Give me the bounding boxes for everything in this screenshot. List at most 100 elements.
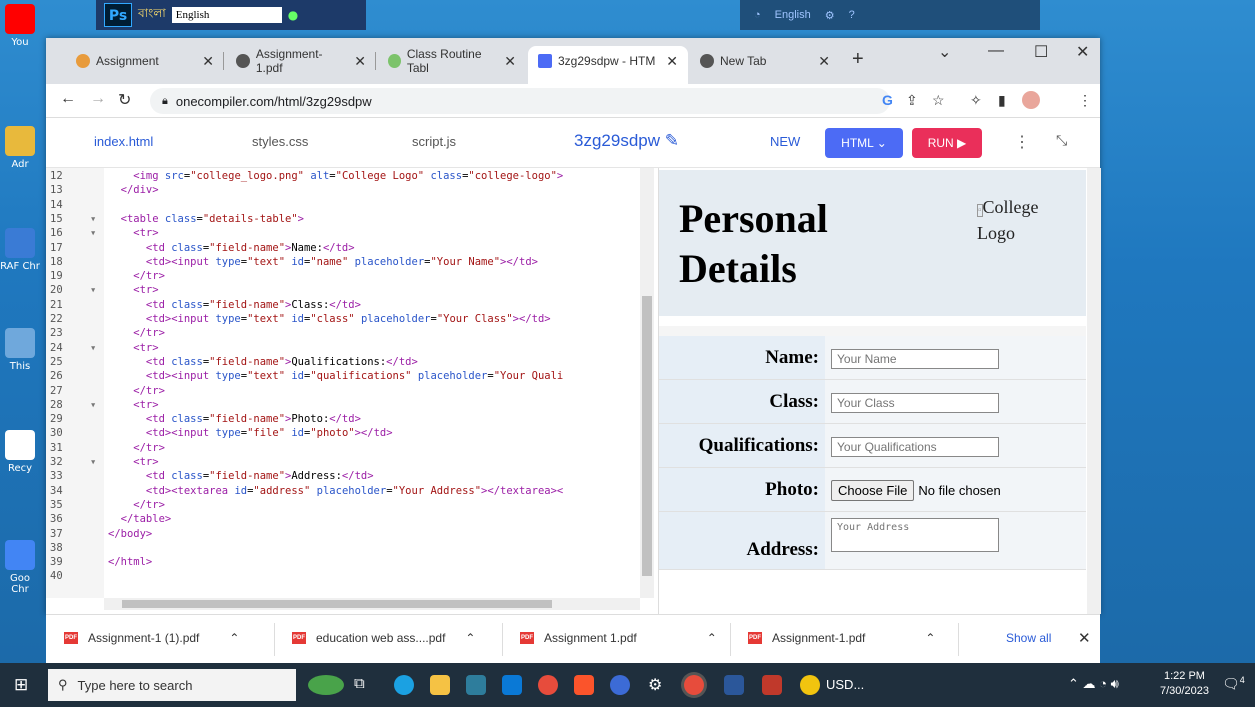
close-window-button[interactable]: ✕	[1076, 42, 1089, 62]
fold-toggle-icon[interactable]: ▾	[90, 456, 96, 469]
code-line[interactable]: 22 <td><input type="text" id="class" pla…	[46, 313, 640, 326]
new-tab-button[interactable]: +	[852, 48, 864, 71]
download-item[interactable]: PDF Assignment 1.pdf ⌃	[520, 631, 717, 645]
address-textarea[interactable]: Your Address	[831, 518, 999, 552]
fold-toggle-icon[interactable]: ▾	[90, 399, 96, 412]
menu-kebab-icon[interactable]: ⋮	[1078, 92, 1092, 109]
minimize-button[interactable]: —	[988, 42, 1004, 60]
code-line[interactable]: 19 </tr>	[46, 270, 640, 283]
chevron-up-icon[interactable]: ⌃	[465, 631, 475, 645]
notifications-icon[interactable]: 🗨︎4	[1222, 675, 1245, 693]
fullscreen-icon[interactable]: ⤡	[1056, 132, 1067, 149]
settings-icon[interactable]: ⚙	[648, 675, 668, 695]
tab-assignment[interactable]: Assignment ✕	[66, 46, 224, 76]
store-icon[interactable]	[466, 675, 486, 695]
taskbar-search[interactable]: ⚲ Type here to search	[48, 669, 296, 701]
code-line[interactable]: 24 ▾ <tr>	[46, 342, 640, 355]
code-line[interactable]: 14	[46, 199, 640, 212]
desktop-icon[interactable]: This	[0, 328, 40, 372]
file-tab-index[interactable]: index.html	[94, 134, 153, 149]
widgets-icon[interactable]	[308, 675, 344, 695]
file-tab-script[interactable]: script.js	[412, 134, 456, 149]
project-name[interactable]: 3zg29sdpw ✎	[574, 131, 679, 151]
new-button[interactable]: NEW	[770, 134, 800, 149]
desktop-icon[interactable]: You	[0, 4, 40, 48]
fold-toggle-icon[interactable]: ▾	[90, 227, 96, 240]
close-icon[interactable]: ✕	[354, 53, 366, 70]
code-line[interactable]: 23 </tr>	[46, 327, 640, 340]
file-explorer-icon[interactable]	[430, 675, 450, 695]
ime-help-icon[interactable]: ?	[849, 9, 855, 21]
chrome-active-icon[interactable]	[684, 675, 704, 695]
close-icon[interactable]: ✕	[818, 53, 830, 70]
tab-new-tab[interactable]: New Tab ✕	[690, 46, 840, 76]
photoshop-icon[interactable]: Ps	[104, 3, 132, 27]
editor-vertical-scrollbar[interactable]	[640, 168, 654, 598]
app-icon[interactable]	[610, 675, 630, 695]
code-line[interactable]: 21 <td class="field-name">Class:</td>	[46, 299, 640, 312]
language-select[interactable]: English	[171, 7, 282, 23]
code-line[interactable]: 13 </div>	[46, 184, 640, 197]
fold-toggle-icon[interactable]: ▾	[90, 213, 96, 226]
preview-scrollbar[interactable]	[1087, 168, 1101, 614]
desktop-icon[interactable]: Adr	[0, 126, 40, 170]
code-line[interactable]: 33 <td class="field-name">Address:</td>	[46, 470, 640, 483]
pencil-icon[interactable]: ✎	[665, 131, 679, 150]
code-line[interactable]: 37 </body>	[46, 528, 640, 541]
code-line[interactable]: 39 </html>	[46, 556, 640, 569]
code-line[interactable]: 17 <td class="field-name">Name:</td>	[46, 242, 640, 255]
fold-toggle-icon[interactable]: ▾	[90, 284, 96, 297]
code-line[interactable]: 12 <img src="college_logo.png" alt="Coll…	[46, 170, 640, 183]
class-input[interactable]: Your Class	[831, 393, 999, 413]
tab-assignment-pdf[interactable]: Assignment-1.pdf ✕	[226, 46, 376, 76]
code-line[interactable]: 30 <td><input type="file" id="photo"></t…	[46, 427, 640, 440]
paint-icon[interactable]	[762, 675, 782, 695]
scroll-thumb[interactable]	[642, 296, 652, 576]
desktop-icon[interactable]: Goo Chr	[0, 540, 40, 595]
show-all-button[interactable]: Show all	[1006, 631, 1051, 645]
close-icon[interactable]: ✕	[504, 53, 516, 70]
code-line[interactable]: 35 </tr>	[46, 499, 640, 512]
code-line[interactable]: 36 </table>	[46, 513, 640, 526]
code-line[interactable]: 16 ▾ <tr>	[46, 227, 640, 240]
clock[interactable]: 1:22 PM 7/30/2023	[1160, 669, 1209, 699]
download-item[interactable]: PDF education web ass....pdf ⌃	[292, 631, 475, 645]
side-panel-icon[interactable]: ▮	[998, 92, 1006, 109]
code-line[interactable]: 27 </tr>	[46, 385, 640, 398]
code-line[interactable]: 29 <td class="field-name">Photo:</td>	[46, 413, 640, 426]
code-line[interactable]: 18 <td><input type="text" id="name" plac…	[46, 256, 640, 269]
bookmark-star-icon[interactable]: ☆	[932, 92, 945, 109]
code-line[interactable]: 34 <td><textarea id="address" placeholde…	[46, 485, 640, 498]
currency-icon[interactable]	[800, 675, 820, 695]
run-button[interactable]: RUN ▶	[912, 128, 982, 158]
globe-icon[interactable]: ●	[288, 8, 298, 22]
code-line[interactable]: 31 </tr>	[46, 442, 640, 455]
tray-icons[interactable]: ⌃ ☁ ◔ 🔊︎	[1068, 676, 1119, 692]
code-line[interactable]: 25 <td class="field-name">Qualifications…	[46, 356, 640, 369]
omnibox[interactable]: 🔒︎ onecompiler.com/html/3zg29sdpw	[150, 88, 890, 114]
chevron-up-icon[interactable]: ⌃	[925, 631, 935, 645]
qualifications-input[interactable]: Your Qualifications	[831, 437, 999, 457]
ime-language[interactable]: English	[775, 9, 811, 21]
windows-start-icon[interactable]: ⊞	[14, 675, 28, 695]
more-options-icon[interactable]: ⋮	[1014, 132, 1030, 152]
file-tab-styles[interactable]: styles.css	[252, 134, 308, 149]
edge-icon[interactable]	[394, 675, 414, 695]
profile-avatar[interactable]	[1022, 91, 1040, 109]
code-line[interactable]: 32 ▾ <tr>	[46, 456, 640, 469]
mail-icon[interactable]	[502, 675, 522, 695]
ime-icon[interactable]: ◔	[754, 9, 761, 21]
editor-horizontal-scrollbar[interactable]	[104, 598, 640, 610]
choose-file-button[interactable]: Choose File	[831, 480, 915, 501]
reload-button[interactable]: ↻	[118, 90, 131, 110]
chrome-icon[interactable]	[538, 675, 558, 695]
tab-onecompiler[interactable]: 3zg29sdpw - HTM ✕	[528, 46, 688, 84]
back-button[interactable]: ←	[60, 90, 76, 108]
word-icon[interactable]	[724, 675, 744, 695]
chevron-up-icon[interactable]: ⌃	[229, 631, 239, 645]
code-line[interactable]: 28 ▾ <tr>	[46, 399, 640, 412]
tab-class-routine[interactable]: Class Routine Tabl ✕	[378, 46, 526, 76]
desktop-icon[interactable]: RAF Chr	[0, 228, 40, 272]
code-line[interactable]: 15 ▾ <table class="details-table">	[46, 213, 640, 226]
photo-file-input[interactable]: Choose File No file chosen	[831, 480, 1001, 501]
